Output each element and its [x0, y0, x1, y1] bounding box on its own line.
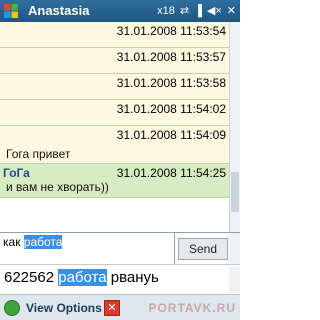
chat-message: 31.01.2008 11:53:58: [0, 74, 229, 100]
message-timestamp: 31.01.2008 11:54:25: [116, 166, 226, 180]
title-bar: Anastasia x18 ⇄ ▐ ◀× ✕: [0, 0, 240, 22]
message-timestamp: 31.01.2008 11:53:57: [116, 50, 226, 64]
system-tray: x18 ⇄ ▐ ◀× ✕: [157, 3, 236, 19]
predictive-text-bar: 622562 работа рвануь: [0, 264, 240, 294]
predict-scrollbar[interactable]: [229, 267, 240, 293]
predict-selected-word[interactable]: работа: [58, 269, 107, 286]
signal-icon[interactable]: ▐: [194, 3, 202, 19]
watermark: PORTAVK.RU: [148, 301, 236, 315]
chat-message: 31.01.2008 11:54:02: [0, 100, 229, 126]
x18-icon[interactable]: x18: [157, 3, 175, 19]
status-icon[interactable]: [4, 300, 20, 316]
message-input[interactable]: как работа: [0, 233, 175, 264]
bottom-bar: View Options ✕ PORTAVK.RU: [0, 294, 240, 320]
input-row: как работа Send: [0, 232, 240, 264]
highlighted-word: работа: [23, 235, 63, 249]
message-text: и вам не хворать)): [6, 180, 109, 194]
chat-scrollbar[interactable]: [229, 22, 240, 232]
volume-icon[interactable]: ◀×: [207, 3, 222, 19]
chat-message: 31.01.2008 11:54:09 Гога привет: [0, 126, 229, 164]
chat-history[interactable]: 31.01.2008 11:53:54 31.01.2008 11:53:57 …: [0, 22, 229, 232]
message-timestamp: 31.01.2008 11:54:09: [116, 128, 226, 142]
scroll-thumb[interactable]: [231, 172, 239, 212]
message-timestamp: 31.01.2008 11:53:58: [116, 76, 226, 90]
typed-text: как: [3, 235, 24, 249]
chat-message: 31.01.2008 11:53:57: [0, 48, 229, 74]
close-icon[interactable]: ✕: [104, 300, 120, 316]
close-icon[interactable]: ✕: [227, 3, 236, 19]
predict-alternative-word[interactable]: рвануь: [111, 269, 159, 286]
chat-message: 31.01.2008 11:53:54: [0, 22, 229, 48]
predict-number[interactable]: 622562: [4, 269, 54, 286]
chat-message: ГоГа 31.01.2008 11:54:25 и вам не хворат…: [0, 164, 229, 198]
app-title: Anastasia: [28, 3, 90, 18]
input-scrollbar[interactable]: [229, 233, 240, 264]
message-timestamp: 31.01.2008 11:54:02: [116, 102, 226, 116]
message-timestamp: 31.01.2008 11:53:54: [116, 24, 226, 38]
sync-icon[interactable]: ⇄: [180, 3, 189, 19]
view-options-button[interactable]: View Options: [26, 301, 102, 315]
windows-logo-icon[interactable]: [3, 3, 19, 19]
message-text: Гога привет: [6, 147, 71, 161]
send-button[interactable]: Send: [178, 238, 228, 260]
message-sender: ГоГа: [3, 166, 30, 180]
